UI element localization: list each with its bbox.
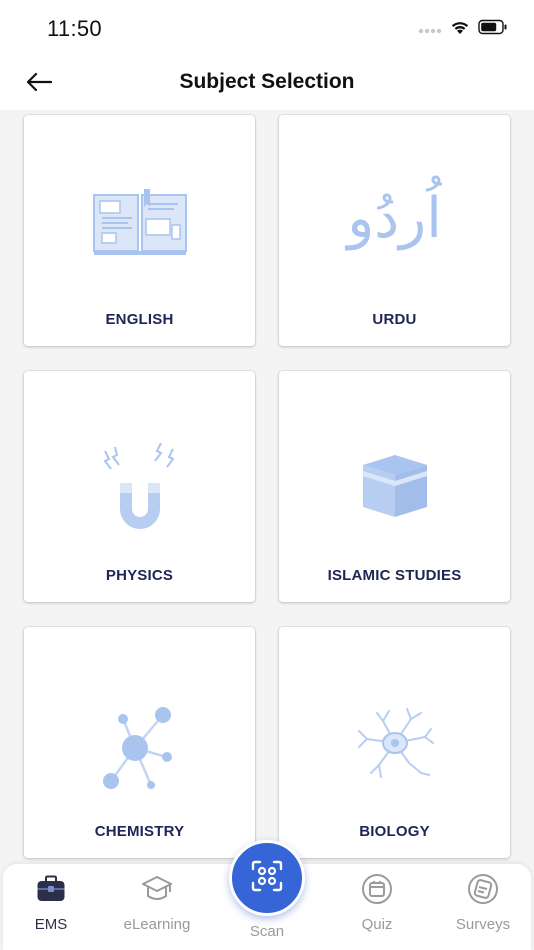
nav-label: Scan xyxy=(249,923,285,940)
briefcase-icon xyxy=(36,875,66,908)
quiz-icon xyxy=(361,873,393,910)
signal-icon xyxy=(418,21,442,39)
status-icons xyxy=(418,19,508,40)
neuron-icon xyxy=(355,703,435,813)
subject-label: ISLAMIC STUDIES xyxy=(327,567,462,584)
urdu-script-icon: اُردُو xyxy=(347,186,442,251)
nav-item-surveys[interactable]: Surveys xyxy=(433,864,533,950)
subject-label: CHEMISTRY xyxy=(94,823,185,840)
status-bar: 11:50 xyxy=(0,0,534,60)
status-time: 11:50 xyxy=(47,16,102,41)
subject-card-islamic-studies[interactable]: ISLAMIC STUDIES xyxy=(279,371,510,602)
subject-card-english[interactable]: ENGLISH xyxy=(24,115,255,346)
nav-label: Quiz xyxy=(361,916,393,933)
nav-item-scan[interactable]: Scan xyxy=(225,840,309,950)
nav-label: Surveys xyxy=(455,916,511,933)
molecule-icon xyxy=(95,693,185,803)
wifi-icon xyxy=(450,19,470,40)
subject-card-chemistry[interactable]: CHEMISTRY xyxy=(24,627,255,858)
subject-card-biology[interactable]: BIOLOGY xyxy=(279,627,510,858)
graduation-cap-icon xyxy=(141,874,173,909)
subject-label: PHYSICS xyxy=(105,567,174,584)
scan-button[interactable] xyxy=(229,840,305,916)
survey-icon xyxy=(467,873,499,910)
nav-item-ems[interactable]: EMS xyxy=(1,864,101,950)
nav-item-elearning[interactable]: eLearning xyxy=(107,864,207,950)
subject-grid: ENGLISH اُردُو URDU PHYSICS ISLAMIC STUD… xyxy=(0,110,534,865)
app-header: Subject Selection xyxy=(0,60,534,110)
scan-face-icon xyxy=(250,859,284,898)
nav-label: EMS xyxy=(34,916,68,933)
magnet-icon xyxy=(95,437,185,547)
nav-item-quiz[interactable]: Quiz xyxy=(327,864,427,950)
open-book-icon xyxy=(90,185,190,295)
subject-label: URDU xyxy=(372,311,417,328)
subject-label: ENGLISH xyxy=(105,311,174,328)
subject-card-physics[interactable]: PHYSICS xyxy=(24,371,255,602)
battery-icon xyxy=(478,19,508,40)
subject-label: BIOLOGY xyxy=(359,823,430,840)
subject-card-urdu[interactable]: اُردُو URDU xyxy=(279,115,510,346)
nav-label: eLearning xyxy=(123,916,191,933)
kaaba-icon xyxy=(359,451,431,561)
page-title: Subject Selection xyxy=(179,70,355,93)
